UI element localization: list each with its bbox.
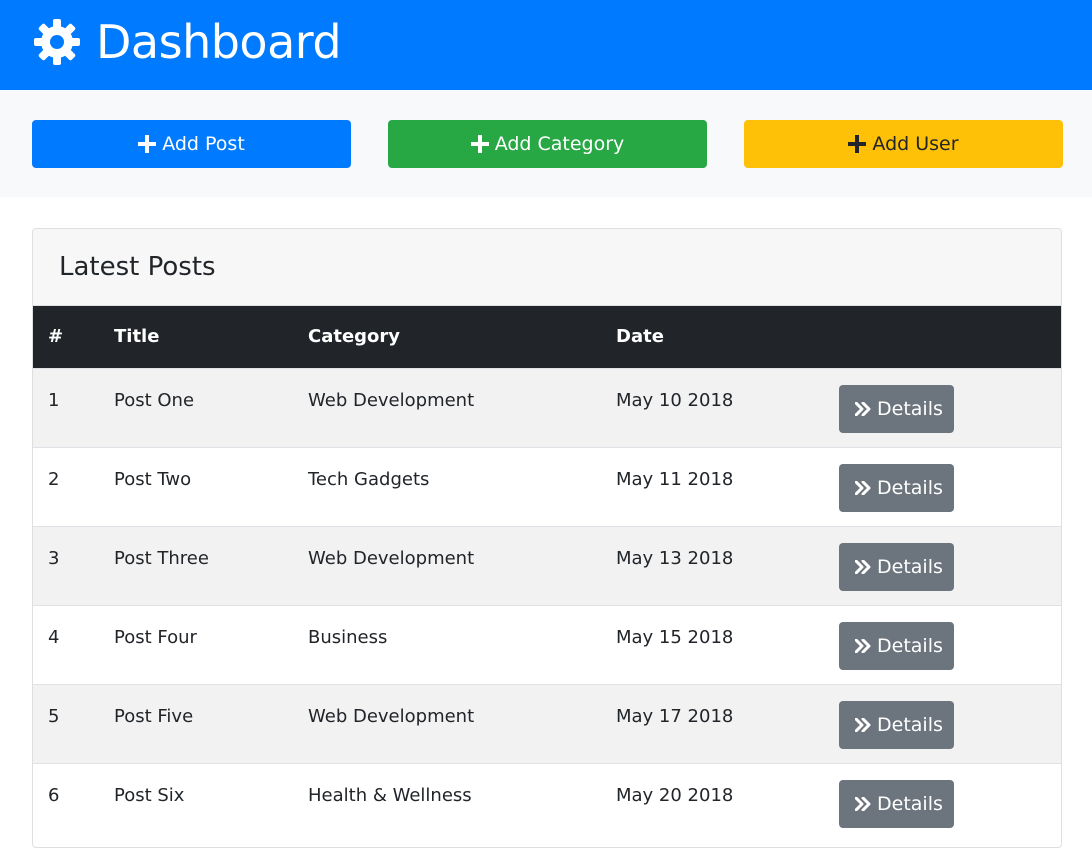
details-label: Details (877, 634, 943, 657)
double-chevron-right-icon (855, 717, 871, 732)
cell-number: 1 (48, 389, 60, 411)
details-label: Details (877, 476, 943, 499)
column-header-title: Title (114, 326, 160, 348)
cell-action: Details (828, 447, 1061, 526)
posts-table: # Title Category Date 1 Post One Web Dev… (33, 306, 1061, 842)
cell-title: Post Six (114, 784, 185, 806)
details-label: Details (877, 555, 943, 578)
add-category-button[interactable]: Add Category (388, 120, 707, 168)
cell-category: Health & Wellness (308, 784, 472, 806)
add-category-label: Add Category (494, 133, 625, 155)
column-header-action (828, 306, 1061, 368)
details-button[interactable]: Details (839, 700, 954, 749)
cell-action: Details (828, 605, 1061, 684)
double-chevron-right-icon (855, 401, 871, 416)
cell-number: 3 (48, 547, 60, 569)
cell-title: Post Two (114, 468, 192, 490)
cell-action: Details (828, 684, 1061, 763)
double-chevron-right-icon (855, 480, 871, 495)
table-header-row: # Title Category Date (33, 306, 1061, 368)
details-label: Details (877, 713, 943, 736)
add-post-label: Add Post (162, 133, 245, 155)
add-user-button[interactable]: Add User (744, 120, 1063, 168)
add-user-label: Add User (872, 133, 959, 155)
cell-date: May 20 2018 (616, 784, 734, 806)
latest-posts-card: Latest Posts # Title Category Date 1 Pos… (32, 228, 1062, 848)
plus-icon (848, 135, 867, 153)
plus-icon (470, 135, 489, 153)
card-header: Latest Posts (33, 229, 1061, 306)
double-chevron-right-icon (855, 796, 871, 811)
cell-number: 4 (48, 626, 60, 648)
cell-date: May 13 2018 (616, 547, 734, 569)
table-row: 1 Post One Web Development May 10 2018 D… (33, 368, 1061, 447)
cell-date: May 17 2018 (616, 705, 734, 727)
table-row: 3 Post Three Web Development May 13 2018… (33, 526, 1061, 605)
action-bar: Add Post Add Category Add User (0, 90, 1092, 197)
table-row: 5 Post Five Web Development May 17 2018 … (33, 684, 1061, 763)
cell-date: May 10 2018 (616, 389, 734, 411)
cell-category: Business (308, 626, 388, 648)
cell-number: 6 (48, 784, 60, 806)
cell-title: Post Three (114, 547, 209, 569)
cell-category: Web Development (308, 705, 475, 727)
double-chevron-right-icon (855, 638, 871, 653)
column-header-date: Date (616, 326, 664, 348)
cell-category: Web Development (308, 389, 475, 411)
table-row: 4 Post Four Business May 15 2018 Details (33, 605, 1061, 684)
details-button[interactable]: Details (839, 779, 954, 828)
table-row: 6 Post Six Health & Wellness May 20 2018… (33, 763, 1061, 842)
cell-category: Tech Gadgets (308, 468, 430, 490)
cell-date: May 11 2018 (616, 468, 734, 490)
plus-icon (138, 135, 157, 153)
gear-icon (34, 19, 80, 65)
cell-date: May 15 2018 (616, 626, 734, 648)
details-label: Details (877, 792, 943, 815)
card-title: Latest Posts (59, 252, 216, 282)
cell-title: Post One (114, 389, 195, 411)
column-header-number: # (48, 326, 64, 348)
details-button[interactable]: Details (839, 463, 954, 512)
column-header-category: Category (308, 326, 401, 348)
page-title: Dashboard (96, 15, 342, 69)
double-chevron-right-icon (855, 559, 871, 574)
cell-category: Web Development (308, 547, 475, 569)
cell-action: Details (828, 763, 1061, 842)
cell-number: 5 (48, 705, 60, 727)
cell-number: 2 (48, 468, 60, 490)
cell-action: Details (828, 526, 1061, 605)
details-button[interactable]: Details (839, 384, 954, 433)
cell-title: Post Five (114, 705, 194, 727)
add-post-button[interactable]: Add Post (32, 120, 351, 168)
details-button[interactable]: Details (839, 621, 954, 670)
details-label: Details (877, 397, 943, 420)
cell-title: Post Four (114, 626, 197, 648)
cell-action: Details (828, 368, 1061, 447)
dashboard-header: Dashboard (0, 0, 1092, 90)
table-row: 2 Post Two Tech Gadgets May 11 2018 Deta… (33, 447, 1061, 526)
details-button[interactable]: Details (839, 542, 954, 591)
